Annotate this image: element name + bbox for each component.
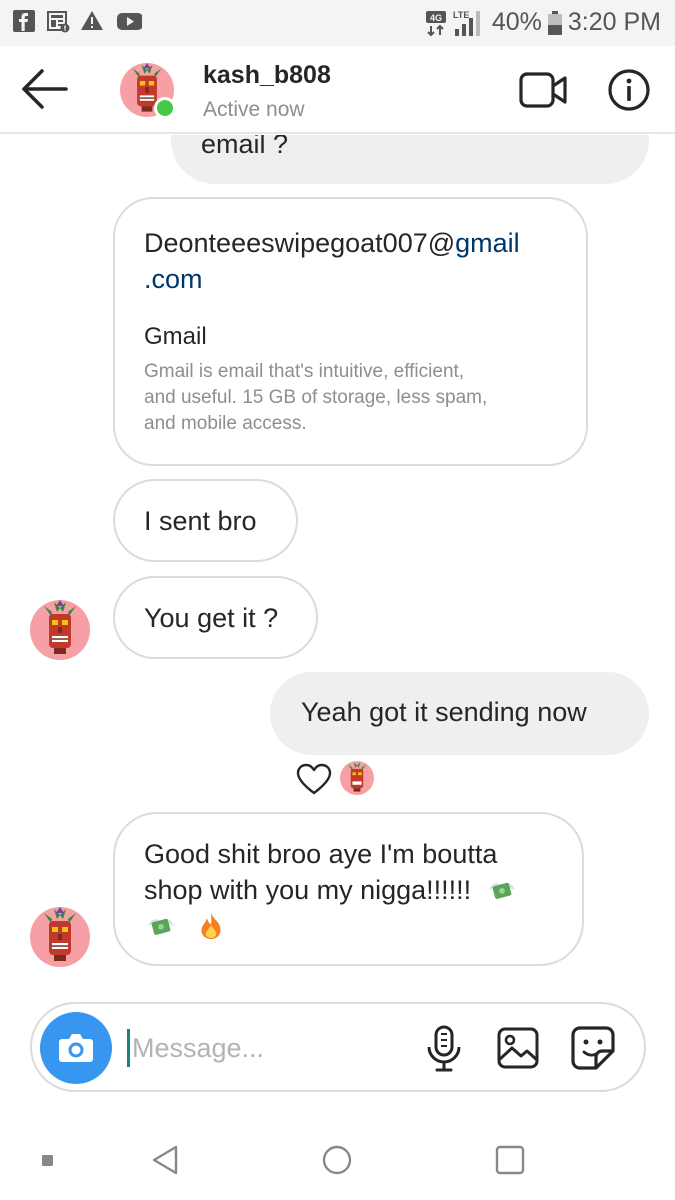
- signal-icon: LTE: [453, 10, 480, 36]
- recent-dot-icon[interactable]: [42, 1155, 53, 1166]
- online-indicator: [154, 97, 176, 119]
- link-tld: .com: [144, 264, 203, 294]
- alert-icon: [81, 11, 103, 30]
- fire-emoji: [200, 913, 221, 939]
- link-local-part: Deonteeeswipegoat007@: [144, 228, 456, 258]
- message-line: Good shit broo aye I'm boutta: [144, 839, 498, 869]
- sticker-icon[interactable]: [570, 1025, 616, 1071]
- message-incoming[interactable]: I sent bro: [113, 479, 298, 562]
- money-with-wings-emoji: [488, 882, 515, 899]
- money-with-wings-emoji: [147, 918, 175, 935]
- facebook-icon: [13, 10, 35, 32]
- message-link-preview[interactable]: Deonteeeswipegoat007@gmail .com Gmail Gma…: [113, 197, 588, 466]
- notification-icons: [12, 9, 142, 33]
- clock: 3:20 PM: [567, 8, 661, 36]
- lte-label: LTE: [453, 10, 469, 20]
- network-badge-text: 4G: [430, 13, 442, 23]
- info-icon[interactable]: [607, 68, 651, 112]
- preview-line: and mobile access.: [144, 413, 307, 434]
- preview-title: Gmail: [144, 323, 207, 350]
- active-status: Active now: [203, 98, 305, 121]
- battery-icon: [547, 10, 562, 35]
- tiki-mask-icon: [347, 762, 367, 792]
- reaction-avatar: [340, 761, 374, 795]
- tiki-mask-icon: [44, 907, 76, 961]
- preview-description: Gmail is email that's intuitive, efficie…: [144, 359, 558, 437]
- system-nav-bar: [0, 1120, 675, 1200]
- chat-username[interactable]: kash_b808: [203, 61, 331, 90]
- system-indicators: 4G LTE 40% 3:20 PM: [425, 8, 661, 37]
- message-outgoing[interactable]: Yeah got it sending now: [270, 672, 649, 755]
- message-line: shop with you my nigga!!!!!!: [144, 875, 472, 905]
- youtube-icon: [117, 13, 142, 30]
- video-call-icon[interactable]: [518, 70, 568, 110]
- message-text: Yeah got it sending now: [301, 697, 587, 727]
- back-triangle-icon[interactable]: [150, 1144, 180, 1176]
- preview-line: Gmail is email that's intuitive, efficie…: [144, 361, 465, 382]
- message-composer: [30, 1002, 646, 1092]
- network-4g-icon: 4G: [425, 10, 446, 36]
- preview-line: and useful. 15 GB of storage, less spam,: [144, 387, 488, 408]
- news-icon: [47, 11, 70, 33]
- link-domain: gmail: [455, 228, 520, 258]
- heart-icon[interactable]: [296, 763, 332, 795]
- tiki-mask-icon: [44, 600, 76, 654]
- link-text[interactable]: Deonteeeswipegoat007@gmail .com: [144, 225, 558, 297]
- text-cursor: [127, 1029, 130, 1067]
- avatar[interactable]: [30, 600, 90, 660]
- message-text: email ?: [201, 135, 289, 159]
- message-incoming[interactable]: You get it ?: [113, 576, 318, 659]
- overview-square-icon[interactable]: [495, 1145, 525, 1175]
- message-text: I sent bro: [144, 506, 257, 536]
- home-circle-icon[interactable]: [321, 1144, 353, 1176]
- camera-button[interactable]: [40, 1012, 112, 1084]
- message-text: You get it ?: [144, 603, 279, 633]
- message-incoming[interactable]: Good shit broo aye I'm boutta shop with …: [113, 812, 584, 966]
- status-bar: 4G LTE 40% 3:20 PM: [0, 0, 675, 46]
- camera-icon: [59, 1034, 93, 1062]
- message-outgoing[interactable]: email ?: [171, 135, 649, 184]
- gallery-icon[interactable]: [496, 1026, 540, 1070]
- battery-percent: 40%: [491, 8, 542, 36]
- chat-header: kash_b808 Active now: [0, 46, 675, 134]
- microphone-icon[interactable]: [424, 1024, 464, 1074]
- back-arrow-icon[interactable]: [18, 66, 70, 112]
- avatar[interactable]: [30, 907, 90, 967]
- message-input[interactable]: [132, 1026, 392, 1070]
- message-list[interactable]: email ? Deonteeeswipegoat007@gmail .com G…: [0, 135, 675, 995]
